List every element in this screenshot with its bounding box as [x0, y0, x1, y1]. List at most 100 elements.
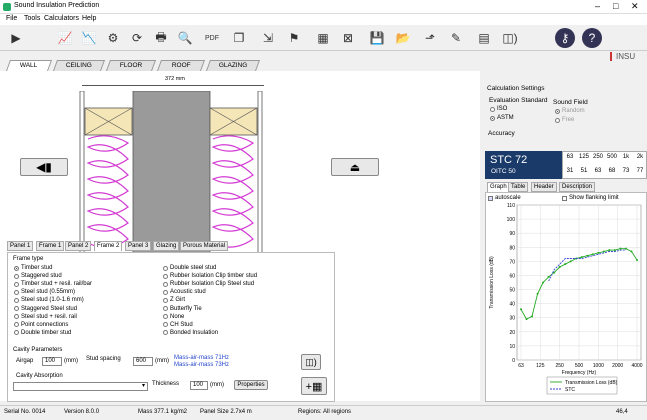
sound-source-button[interactable]: ◫): [301, 354, 321, 370]
menu-calculators[interactable]: Calculators: [44, 15, 79, 22]
stc-val: 68: [608, 168, 616, 174]
right-radio-0[interactable]: Double steel stud: [163, 265, 216, 271]
thickness-input[interactable]: 100: [190, 381, 208, 390]
airgap-input[interactable]: 100: [42, 357, 62, 366]
help-icon[interactable]: ?: [582, 28, 602, 48]
y-tick-label: 70: [509, 259, 515, 265]
close-icon[interactable]: ✕: [631, 1, 639, 12]
right-radio-2[interactable]: Rubber Isolation Clip Steel stud: [163, 281, 254, 287]
y-tick-label: 90: [509, 231, 515, 237]
right-radio-8[interactable]: Bonded Insulation: [163, 330, 218, 336]
preview-icon[interactable]: 🔍: [175, 28, 195, 48]
calculator-icon[interactable]: ▤: [474, 28, 494, 48]
right-radio-6[interactable]: None: [163, 314, 184, 320]
tab-frame-1[interactable]: Frame 1: [36, 241, 65, 251]
left-radio-5[interactable]: Staggered Steel stud: [14, 306, 77, 312]
iso-radio[interactable]: ISO: [490, 106, 507, 112]
tab-graph[interactable]: Graph: [487, 182, 510, 192]
gear-icon[interactable]: ⚙: [103, 28, 123, 48]
tab-porous-material[interactable]: Porous Material: [180, 241, 229, 251]
flanking-checkbox[interactable]: Show flanking limit: [562, 195, 619, 201]
calc-settings-title: Calculation Settings: [487, 85, 545, 92]
stc-freq: 1k: [622, 154, 630, 160]
tab-description[interactable]: Description: [559, 182, 596, 192]
left-radio-4[interactable]: Steel stud (1.0-1.6 mm): [14, 297, 84, 303]
y-tick-label: 40: [509, 302, 515, 308]
right-radio-3[interactable]: Acoustic stud: [163, 289, 206, 295]
weight-button[interactable]: ⏏: [331, 158, 379, 176]
minimize-icon[interactable]: –: [595, 1, 600, 11]
menu-help[interactable]: Help: [82, 15, 96, 22]
speaker-button[interactable]: ◀▮: [20, 158, 68, 176]
tab-wall[interactable]: WALL: [5, 60, 53, 71]
stc-freq: 250: [592, 154, 603, 160]
tab-ceiling[interactable]: CEILING: [52, 60, 106, 71]
x-tick-label: 250: [555, 363, 564, 369]
tab-header[interactable]: Header: [531, 182, 557, 192]
maximize-icon[interactable]: □: [613, 1, 618, 11]
print-icon[interactable]: 🖶: [151, 28, 171, 48]
astm-radio[interactable]: ASTM: [490, 115, 514, 121]
open-icon[interactable]: 📂: [393, 28, 413, 48]
y-tick-label: 60: [509, 273, 515, 279]
right-radio-7[interactable]: CH Stud: [163, 322, 193, 328]
spacing-unit: (mm): [155, 358, 169, 364]
y-axis-label: Transmission Loss (dB): [489, 256, 495, 309]
window-title: Sound Insulation Prediction: [14, 2, 100, 9]
graph2-icon[interactable]: 📉: [79, 28, 99, 48]
tab-panel-2[interactable]: Panel 2: [65, 241, 92, 251]
data-point: [558, 266, 561, 268]
properties-button[interactable]: Properties: [234, 380, 268, 390]
left-radio-7[interactable]: Point connections: [14, 322, 68, 328]
save-icon[interactable]: 💾: [367, 28, 387, 48]
left-radio-3[interactable]: Steel stud (0.55mm): [14, 289, 75, 295]
export-icon[interactable]: ⇲: [258, 28, 278, 48]
edit-icon[interactable]: ✎: [446, 28, 466, 48]
tab-frame-2[interactable]: Frame 2: [94, 241, 123, 251]
menu-file[interactable]: File: [6, 15, 17, 22]
clear-icon[interactable]: ⊠: [338, 28, 358, 48]
autoscale-checkbox[interactable]: autoscale: [488, 195, 521, 201]
free-radio[interactable]: Free: [555, 117, 574, 123]
tab-table[interactable]: Table: [508, 182, 529, 192]
spacing-input[interactable]: 600: [133, 357, 153, 366]
sound-icon[interactable]: ◫): [500, 28, 520, 48]
right-radio-5[interactable]: Butterfly Tie: [163, 306, 202, 312]
wall-canvas: 372 mm ◀▮ ⏏ Panel 1 Frame 1 Panel 2 Fram…: [0, 71, 480, 402]
y-tick-label: 100: [507, 217, 516, 223]
version: Version 8.0.0: [64, 409, 100, 415]
data-point: [586, 254, 589, 257]
pdf-icon[interactable]: PDF: [202, 28, 222, 48]
left-radio-0[interactable]: Timber stud: [14, 265, 52, 271]
menu-tools[interactable]: Tools: [24, 15, 40, 22]
left-radio-6[interactable]: Steel stud + resil. rail: [14, 314, 77, 320]
run-icon[interactable]: ▶: [6, 28, 26, 48]
spacing-label: Stud spacing: [86, 356, 121, 362]
tab-panel-3[interactable]: Panel 3: [125, 241, 152, 251]
left-radio-2[interactable]: Timber stud + resil. rail/bar: [14, 281, 92, 287]
flag-icon[interactable]: ⚑: [284, 28, 304, 48]
random-radio[interactable]: Random: [555, 108, 585, 114]
add-calculator-button[interactable]: +▦: [301, 377, 327, 395]
graph-icon[interactable]: 📈: [55, 28, 75, 48]
right-radio-4[interactable]: Z Girt: [163, 297, 185, 303]
right-radio-1[interactable]: Rubber Isolation Clip timber stud: [163, 273, 257, 279]
eval-standard-label: Evaluation Standard: [489, 97, 548, 104]
tab-glazing-sub[interactable]: Glazing: [153, 241, 180, 251]
stc-value: STC 72: [490, 154, 528, 166]
tab-panel-1[interactable]: Panel 1: [7, 241, 34, 251]
image-icon[interactable]: ▦: [313, 28, 333, 48]
tab-roof[interactable]: ROOF: [156, 60, 206, 71]
thickness-unit: (mm): [210, 382, 224, 388]
export2-icon[interactable]: ⬏: [420, 28, 440, 48]
tab-glazing[interactable]: GLAZING: [205, 60, 261, 71]
y-tick-label: 30: [509, 316, 515, 322]
data-point: [624, 247, 627, 250]
refresh-icon[interactable]: ⟳: [127, 28, 147, 48]
absorption-select[interactable]: ▾: [13, 382, 148, 391]
copy-icon[interactable]: ❐: [229, 28, 249, 48]
tab-floor[interactable]: FLOOR: [105, 60, 157, 71]
key-icon[interactable]: ⚷: [555, 28, 575, 48]
left-radio-8[interactable]: Double timber stud: [14, 330, 71, 336]
left-radio-1[interactable]: Staggered stud: [14, 273, 62, 279]
